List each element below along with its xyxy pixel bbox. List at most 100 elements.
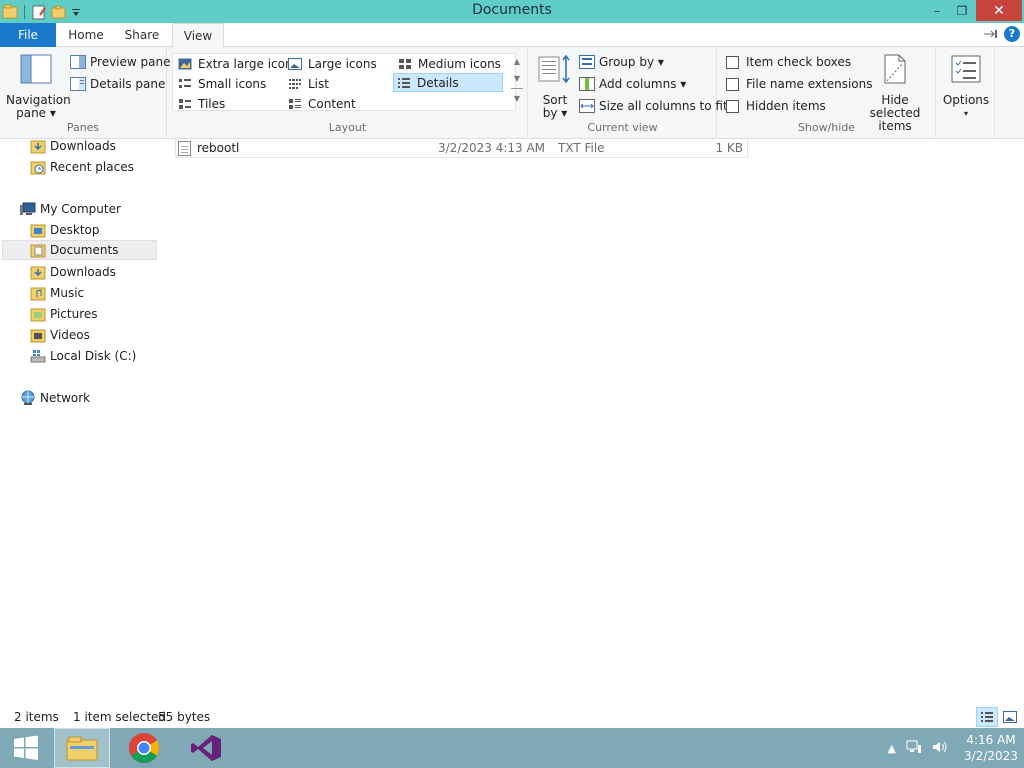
taskbar-chrome[interactable] xyxy=(116,728,172,768)
nav-item-my-computer[interactable]: My Computer xyxy=(20,199,121,219)
file-name-extensions-toggle[interactable]: File name extensions xyxy=(726,75,873,93)
item-check-boxes-checkbox[interactable] xyxy=(726,55,739,69)
tab-file[interactable]: File xyxy=(0,23,56,47)
navigation-pane-label-2: pane ▾ xyxy=(16,106,56,120)
panes-group-label: Panes xyxy=(66,121,100,134)
tab-home[interactable]: Home xyxy=(58,23,114,47)
ribbon-tabs: File Home Share View ? xyxy=(0,23,1024,48)
layout-extra-large-icons[interactable]: Extra large icons xyxy=(175,54,299,73)
ribbon-tab-right: ? xyxy=(982,26,1020,42)
navigation-pane-button[interactable]: Navigation pane ▾ xyxy=(6,53,71,120)
nav-item-local-disk[interactable]: Local Disk (C:) xyxy=(30,346,136,366)
details-pane-button[interactable]: Details pane xyxy=(70,75,165,93)
nav-label: Pictures xyxy=(50,307,98,321)
preview-pane-label: Preview pane xyxy=(90,55,171,69)
music-folder-icon xyxy=(30,285,46,301)
preview-pane-button[interactable]: Preview pane xyxy=(70,53,170,71)
expand-ribbon-icon[interactable] xyxy=(982,27,998,41)
documents-folder-icon xyxy=(30,242,46,258)
hidden-items-toggle[interactable]: Hidden items xyxy=(726,97,826,115)
layout-small-icons[interactable]: Small icons xyxy=(175,74,266,93)
file-date: 3/2/2023 4:13 AM xyxy=(438,141,546,155)
nav-item-music[interactable]: Music xyxy=(30,283,84,303)
tab-share[interactable]: Share xyxy=(114,23,170,47)
nav-label: Documents xyxy=(50,243,119,257)
nav-label: Videos xyxy=(50,328,90,342)
start-button[interactable] xyxy=(0,728,52,768)
pictures-folder-icon xyxy=(30,306,46,322)
options-icon xyxy=(951,55,981,83)
maximize-button[interactable]: ❐ xyxy=(950,0,974,21)
file-explorer-icon xyxy=(66,736,98,761)
nav-label: Network xyxy=(40,391,91,405)
layout-content[interactable]: Content xyxy=(285,94,356,113)
nav-item-videos[interactable]: Videos xyxy=(30,325,90,345)
content-icon xyxy=(288,98,302,110)
options-button[interactable]: Options ▾ xyxy=(939,53,993,120)
file-size: 1 KB xyxy=(715,141,743,155)
size-all-columns-label: Size all columns to fit xyxy=(599,99,728,113)
nav-item-recent-places[interactable]: Recent places xyxy=(30,157,134,177)
group-by-icon xyxy=(579,55,595,69)
layout-gallery-scroll[interactable]: ▲ ▼ ▼ xyxy=(511,54,523,110)
status-selected: 1 item selected xyxy=(73,710,167,724)
add-columns-button[interactable]: Add columns ▾ xyxy=(579,75,686,93)
nav-item-downloads[interactable]: Downloads xyxy=(30,262,116,282)
layout-medium-icons[interactable]: Medium icons xyxy=(395,54,501,73)
layout-large-icons[interactable]: Large icons xyxy=(285,54,377,73)
layout-item-label: Tiles xyxy=(198,96,226,111)
nav-label: Downloads xyxy=(50,139,116,153)
size-all-columns-button[interactable]: Size all columns to fit xyxy=(579,97,728,115)
nav-item-downloads-favorite[interactable]: Downloads xyxy=(30,136,116,156)
nav-item-desktop[interactable]: Desktop xyxy=(30,220,100,240)
status-item-count: 2 items xyxy=(14,710,59,724)
close-button[interactable]: ✕ xyxy=(976,0,1022,21)
nav-label: My Computer xyxy=(40,202,121,216)
gallery-more-icon[interactable]: ▼ xyxy=(511,88,523,108)
layout-item-label: Details xyxy=(417,75,459,90)
nav-item-documents[interactable]: Documents xyxy=(2,240,157,260)
layout-item-label: Extra large icons xyxy=(198,56,299,71)
layout-group: Extra large icons Large icons Medium ico… xyxy=(168,47,528,137)
tab-view[interactable]: View xyxy=(172,23,224,48)
file-list: rebootl 3/2/2023 4:13 AM TXT File 1 KB xyxy=(170,139,1024,705)
layout-item-label: Small icons xyxy=(198,76,267,91)
taskbar-file-explorer[interactable] xyxy=(54,728,110,768)
volume-icon[interactable] xyxy=(932,740,948,757)
details-view-button[interactable] xyxy=(976,707,998,727)
large-icons-view-button[interactable] xyxy=(999,707,1021,727)
drive-icon xyxy=(30,348,46,364)
item-check-boxes-toggle[interactable]: Item check boxes xyxy=(726,53,851,71)
file-name-cell[interactable]: rebootl xyxy=(178,140,239,156)
tiles-icon xyxy=(178,98,192,110)
network-tray-icon[interactable] xyxy=(906,740,922,757)
file-name-extensions-checkbox[interactable] xyxy=(726,77,739,91)
file-row[interactable]: rebootl 3/2/2023 4:13 AM TXT File 1 KB xyxy=(175,139,748,158)
scroll-down-icon[interactable]: ▼ xyxy=(511,70,523,88)
layout-details[interactable]: Details xyxy=(393,73,503,92)
show-hide-group-label: Show/hide xyxy=(797,121,856,134)
system-tray: ▲ 4:16 AM 3/2/2023 xyxy=(888,728,1024,768)
minimize-button[interactable]: – xyxy=(925,0,949,21)
current-view-group: Sort by ▾ Group by ▾ Add columns ▾ Size … xyxy=(529,47,728,137)
nav-item-network[interactable]: Network xyxy=(20,388,90,408)
layout-item-label: Large icons xyxy=(308,56,377,71)
small-icons-icon xyxy=(178,78,192,90)
add-columns-icon xyxy=(579,77,595,91)
large-icons-icon xyxy=(288,57,302,70)
nav-label: Desktop xyxy=(50,223,100,237)
taskbar-visual-studio[interactable] xyxy=(178,728,234,768)
hidden-items-checkbox[interactable] xyxy=(726,99,739,113)
clock[interactable]: 4:16 AM 3/2/2023 xyxy=(958,732,1024,764)
group-by-button[interactable]: Group by ▾ xyxy=(579,53,664,71)
help-icon[interactable]: ? xyxy=(1004,26,1020,42)
visual-studio-icon xyxy=(191,735,221,761)
medium-icons-icon xyxy=(398,58,412,70)
sort-by-button[interactable]: Sort by ▾ xyxy=(535,53,575,120)
show-hidden-icons-icon[interactable]: ▲ xyxy=(888,742,896,755)
scroll-up-icon[interactable]: ▲ xyxy=(511,54,523,70)
layout-list[interactable]: List xyxy=(285,74,329,93)
nav-item-pictures[interactable]: Pictures xyxy=(30,304,98,324)
layout-tiles[interactable]: Tiles xyxy=(175,94,225,113)
computer-icon xyxy=(20,201,36,217)
